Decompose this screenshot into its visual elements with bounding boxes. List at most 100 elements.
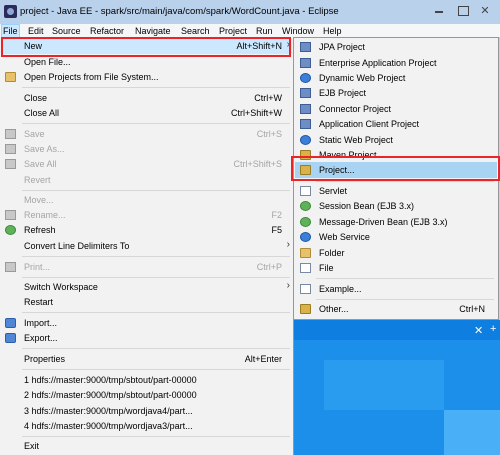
file-menu-export[interactable]: Export... xyxy=(1,330,292,346)
file-menu-close-all[interactable]: Close All Ctrl+Shift+W xyxy=(1,105,292,121)
new-session-bean[interactable]: Session Bean (EJB 3.x) xyxy=(295,198,497,214)
example-icon xyxy=(300,284,311,294)
app-client-project-icon xyxy=(300,119,311,129)
submenu-item-label: Message-Driven Bean (EJB 3.x) xyxy=(319,217,448,227)
new-other[interactable]: Other... Ctrl+N xyxy=(295,301,497,317)
save-all-accel: Ctrl+Shift+S xyxy=(233,159,282,169)
highlight-box-new xyxy=(1,37,291,57)
file-menu-open-projects[interactable]: Open Projects from File System... xyxy=(1,69,292,85)
new-folder[interactable]: Folder xyxy=(295,245,497,261)
save-label: Save xyxy=(24,129,45,139)
separator xyxy=(22,312,290,313)
new-web-service[interactable]: Web Service xyxy=(295,229,497,245)
refresh-accel: F5 xyxy=(271,225,282,235)
new-application-client-project[interactable]: Application Client Project xyxy=(295,116,497,132)
new-jpa-project[interactable]: JPA Project xyxy=(295,39,497,55)
minimize-icon[interactable] xyxy=(432,4,446,18)
save-accel: Ctrl+S xyxy=(256,129,282,139)
new-enterprise-application-project[interactable]: Enterprise Application Project xyxy=(295,55,497,71)
open-file-label: Open File... xyxy=(24,57,71,67)
file-menu: New Alt+Shift+N › Open File... Open Proj… xyxy=(0,37,294,455)
recent-file-item[interactable]: 3 hdfs://master:9000/tmp/wordjava4/part.… xyxy=(1,403,292,419)
menu-navigate[interactable]: Navigate xyxy=(134,24,172,38)
rename-icon xyxy=(5,210,16,220)
file-menu-restart[interactable]: Restart xyxy=(1,294,292,310)
new-ejb-project[interactable]: EJB Project xyxy=(295,85,497,101)
save-all-icon xyxy=(5,159,16,169)
file-menu-save-all[interactable]: Save All Ctrl+Shift+S xyxy=(1,156,292,172)
recent-file-label: 4 hdfs://master:9000/tmp/wordjava3/part.… xyxy=(24,421,193,431)
file-menu-exit[interactable]: Exit xyxy=(1,438,292,454)
new-example[interactable]: Example... xyxy=(295,281,497,297)
file-menu-refresh[interactable]: Refresh F5 xyxy=(1,222,292,238)
close-all-label: Close All xyxy=(24,108,60,118)
folder-icon xyxy=(5,72,16,82)
ejb-project-icon xyxy=(300,88,311,98)
file-icon xyxy=(300,263,311,273)
background-block xyxy=(324,360,444,410)
recent-file-item[interactable]: 2 hdfs://master:9000/tmp/sbtout/part-000… xyxy=(1,387,292,403)
menu-project[interactable]: Project xyxy=(218,24,248,38)
close-all-accel: Ctrl+Shift+W xyxy=(230,108,282,118)
submenu-item-label: EJB Project xyxy=(319,88,367,98)
eclipse-app-icon xyxy=(4,5,17,18)
new-message-driven-bean[interactable]: Message-Driven Bean (EJB 3.x) xyxy=(295,214,497,230)
rename-accel: F2 xyxy=(271,210,282,220)
switch-workspace-label: Switch Workspace xyxy=(24,282,98,292)
menu-help[interactable]: Help xyxy=(322,24,343,38)
submenu-item-label: Static Web Project xyxy=(319,135,393,145)
new-file[interactable]: File xyxy=(295,260,497,276)
menu-search[interactable]: Search xyxy=(180,24,211,38)
maximize-icon[interactable] xyxy=(456,4,470,18)
submenu-item-label: Enterprise Application Project xyxy=(319,58,437,68)
menu-edit[interactable]: Edit xyxy=(27,24,45,38)
save-icon xyxy=(5,129,16,139)
recent-file-item[interactable]: 4 hdfs://master:9000/tmp/wordjava3/part.… xyxy=(1,418,292,434)
revert-label: Revert xyxy=(24,175,51,185)
file-menu-convert-line-delimiters[interactable]: Convert Line Delimiters To › xyxy=(1,238,292,254)
save-all-label: Save All xyxy=(24,159,57,169)
file-menu-print[interactable]: Print... Ctrl+P xyxy=(1,259,292,275)
close-label: Close xyxy=(24,93,48,103)
convert-label: Convert Line Delimiters To xyxy=(24,241,130,251)
new-connector-project[interactable]: Connector Project xyxy=(295,101,497,117)
submenu-item-label: Other... xyxy=(319,304,349,314)
new-dynamic-web-project[interactable]: Dynamic Web Project xyxy=(295,70,497,86)
recent-file-item[interactable]: 1 hdfs://master:9000/tmp/sbtout/part-000… xyxy=(1,372,292,388)
separator xyxy=(22,123,290,124)
exit-label: Exit xyxy=(24,441,40,451)
connector-project-icon xyxy=(300,104,311,114)
submenu-item-label: JPA Project xyxy=(319,42,365,52)
file-menu-close[interactable]: Close Ctrl+W xyxy=(1,90,292,106)
file-menu-properties[interactable]: Properties Alt+Enter xyxy=(1,351,292,367)
close-icon[interactable]: ✕ xyxy=(474,324,483,337)
refresh-label: Refresh xyxy=(24,225,56,235)
menu-source[interactable]: Source xyxy=(51,24,82,38)
submenu-item-label: Folder xyxy=(319,248,345,258)
file-menu-import[interactable]: Import... xyxy=(1,315,292,331)
static-web-project-icon xyxy=(300,135,311,145)
menu-run[interactable]: Run xyxy=(255,24,274,38)
other-accel: Ctrl+N xyxy=(459,304,485,314)
close-accel: Ctrl+W xyxy=(254,93,282,103)
jpa-project-icon xyxy=(300,42,311,52)
file-menu-save[interactable]: Save Ctrl+S xyxy=(1,126,292,142)
menu-refactor[interactable]: Refactor xyxy=(89,24,125,38)
file-menu-rename[interactable]: Rename... F2 xyxy=(1,207,292,223)
close-icon[interactable]: ✕ xyxy=(478,4,492,18)
menu-window[interactable]: Window xyxy=(281,24,315,38)
separator xyxy=(22,277,290,278)
ear-project-icon xyxy=(300,58,311,68)
plus-icon[interactable]: + xyxy=(490,323,496,335)
new-static-web-project[interactable]: Static Web Project xyxy=(295,132,497,148)
file-menu-switch-workspace[interactable]: Switch Workspace › xyxy=(1,279,292,295)
file-menu-revert[interactable]: Revert xyxy=(1,172,292,188)
file-menu-save-as[interactable]: Save As... xyxy=(1,141,292,157)
menu-file[interactable]: File xyxy=(1,24,20,38)
web-service-icon xyxy=(300,232,311,242)
new-servlet[interactable]: Servlet xyxy=(295,183,497,199)
print-accel: Ctrl+P xyxy=(256,262,282,272)
file-menu-move[interactable]: Move... xyxy=(1,192,292,208)
move-label: Move... xyxy=(24,195,54,205)
print-icon xyxy=(5,262,16,272)
